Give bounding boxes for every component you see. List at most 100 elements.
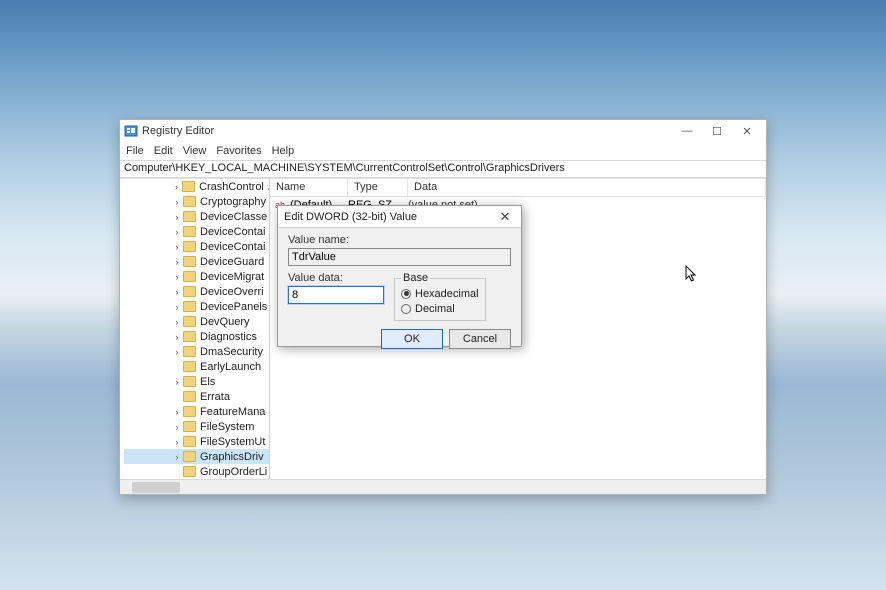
tree-item-label: FileSystem: [199, 421, 255, 433]
expand-icon[interactable]: ›: [172, 317, 182, 327]
value-data-input[interactable]: [288, 286, 384, 304]
folder-icon: [182, 181, 195, 192]
tree-item-els[interactable]: ›Els: [124, 374, 269, 389]
tree-item-dmasecurity[interactable]: ›DmaSecurity: [124, 344, 269, 359]
ok-button[interactable]: OK: [381, 329, 443, 349]
tree-item-deviceclasse[interactable]: ›DeviceClasse: [124, 209, 269, 224]
expand-icon[interactable]: ›: [172, 422, 182, 432]
tree-item-cryptography[interactable]: › Cryptography: [124, 194, 269, 209]
tree-item-label: Cryptography: [199, 196, 267, 208]
menu-help[interactable]: Help: [272, 145, 295, 157]
expand-icon[interactable]: ›: [172, 332, 182, 342]
folder-icon: [183, 346, 196, 357]
tree-item-devicecontai[interactable]: › DeviceContai: [124, 239, 269, 254]
regedit-icon: [124, 124, 138, 138]
expand-icon[interactable]: [172, 392, 182, 402]
expand-icon[interactable]: ›: [172, 272, 182, 282]
titlebar[interactable]: Registry Editor — ☐ ✕: [120, 120, 766, 142]
expand-icon[interactable]: ›: [172, 287, 182, 297]
expand-icon[interactable]: [172, 467, 182, 477]
tree-item-label: FeatureMana: [199, 406, 266, 418]
expand-icon[interactable]: ›: [172, 437, 182, 447]
folder-icon: [183, 271, 196, 282]
dialog-close-button[interactable]: ✕: [495, 209, 515, 225]
tree-item-featuremana[interactable]: › FeatureMana: [124, 404, 269, 419]
expand-icon[interactable]: ›: [172, 197, 182, 207]
tree-item-label: GraphicsDriv: [199, 451, 265, 463]
radio-dec-label: Decimal: [415, 303, 455, 315]
radio-dec-icon: [401, 304, 411, 314]
tree-item-grouporderli[interactable]: GroupOrderLi: [124, 464, 269, 479]
menubar: File Edit View Favorites Help: [120, 142, 766, 160]
tree-item-errata[interactable]: Errata: [124, 389, 269, 404]
tree-item-label: DeviceGuard: [199, 256, 265, 268]
cancel-button[interactable]: Cancel: [449, 329, 511, 349]
window-title: Registry Editor: [142, 125, 672, 137]
folder-icon: [183, 301, 196, 312]
address-bar[interactable]: Computer\HKEY_LOCAL_MACHINE\SYSTEM\Curre…: [120, 160, 766, 178]
folder-icon: [183, 331, 196, 342]
folder-icon: [183, 241, 196, 252]
tree-item-diagnostics[interactable]: ›Diagnostics: [124, 329, 269, 344]
menu-file[interactable]: File: [126, 145, 144, 157]
tree-item-deviceguard[interactable]: › DeviceGuard: [124, 254, 269, 269]
dialog-title: Edit DWORD (32-bit) Value: [284, 211, 495, 223]
tree-item-filesystem[interactable]: › FileSystem: [124, 419, 269, 434]
folder-icon: [183, 226, 196, 237]
tree-item-earlylaunch[interactable]: EarlyLaunch: [124, 359, 269, 374]
value-data-label: Value data:: [288, 272, 384, 284]
tree-item-label: DeviceContai: [199, 226, 266, 238]
col-header-type[interactable]: Type: [348, 179, 408, 196]
expand-icon[interactable]: ›: [172, 212, 182, 222]
edit-dword-dialog: Edit DWORD (32-bit) Value ✕ Value name: …: [277, 205, 522, 347]
value-name-input[interactable]: [288, 248, 511, 266]
minimize-button[interactable]: —: [672, 121, 702, 141]
expand-icon[interactable]: ›: [172, 407, 182, 417]
expand-icon[interactable]: ›: [172, 452, 182, 462]
tree-item-devquery[interactable]: ›DevQuery: [124, 314, 269, 329]
tree-item-devicepanels[interactable]: › DevicePanels: [124, 299, 269, 314]
col-header-data[interactable]: Data: [408, 179, 766, 196]
tree-item-label: DeviceMigrat: [199, 271, 265, 283]
maximize-button[interactable]: ☐: [702, 121, 732, 141]
expand-icon[interactable]: ›: [172, 257, 182, 267]
expand-icon[interactable]: [172, 362, 182, 372]
tree-item-deviceoverri[interactable]: ›DeviceOverri: [124, 284, 269, 299]
folder-icon: [183, 391, 196, 402]
expand-icon[interactable]: ›: [172, 182, 181, 192]
expand-icon[interactable]: ›: [172, 377, 182, 387]
folder-icon: [183, 421, 196, 432]
tree-item-devicecontai[interactable]: › DeviceContai: [124, 224, 269, 239]
tree-item-filesystemut[interactable]: › FileSystemUt: [124, 434, 269, 449]
folder-icon: [183, 286, 196, 297]
list-header[interactable]: Name Type Data: [270, 179, 766, 197]
horizontal-scrollbar[interactable]: [120, 479, 766, 494]
tree-item-label: DevicePanels: [199, 301, 268, 313]
folder-icon: [183, 451, 196, 462]
tree-item-devicemigrat[interactable]: › DeviceMigrat: [124, 269, 269, 284]
dialog-titlebar[interactable]: Edit DWORD (32-bit) Value ✕: [278, 206, 521, 228]
folder-icon: [183, 361, 196, 372]
tree-pane[interactable]: › CrashControl ∧ › Cryptography›DeviceClass…: [120, 179, 270, 479]
radio-hex-icon: [401, 289, 411, 299]
expand-icon[interactable]: ›: [172, 302, 182, 312]
expand-icon[interactable]: ›: [172, 242, 182, 252]
radio-decimal[interactable]: Decimal: [401, 301, 479, 316]
radio-hexadecimal[interactable]: Hexadecimal: [401, 286, 479, 301]
folder-icon: [183, 316, 196, 327]
expand-icon[interactable]: ›: [172, 227, 182, 237]
menu-edit[interactable]: Edit: [154, 145, 173, 157]
tree-item-label: FileSystemUt: [199, 436, 266, 448]
expand-icon[interactable]: ›: [172, 347, 182, 357]
menu-view[interactable]: View: [183, 145, 207, 157]
tree-item-label: CrashControl ∧: [198, 180, 269, 193]
scrollbar-thumb[interactable]: [132, 482, 180, 493]
col-header-name[interactable]: Name: [270, 179, 348, 196]
tree-item-crashcontrol[interactable]: › CrashControl ∧: [124, 179, 269, 194]
menu-favorites[interactable]: Favorites: [216, 145, 261, 157]
tree-item-label: DeviceContai: [199, 241, 266, 253]
value-name-label: Value name:: [288, 234, 511, 246]
close-button[interactable]: ✕: [732, 121, 762, 141]
folder-icon: [183, 376, 196, 387]
tree-item-graphicsdriv[interactable]: › GraphicsDriv: [124, 449, 269, 464]
